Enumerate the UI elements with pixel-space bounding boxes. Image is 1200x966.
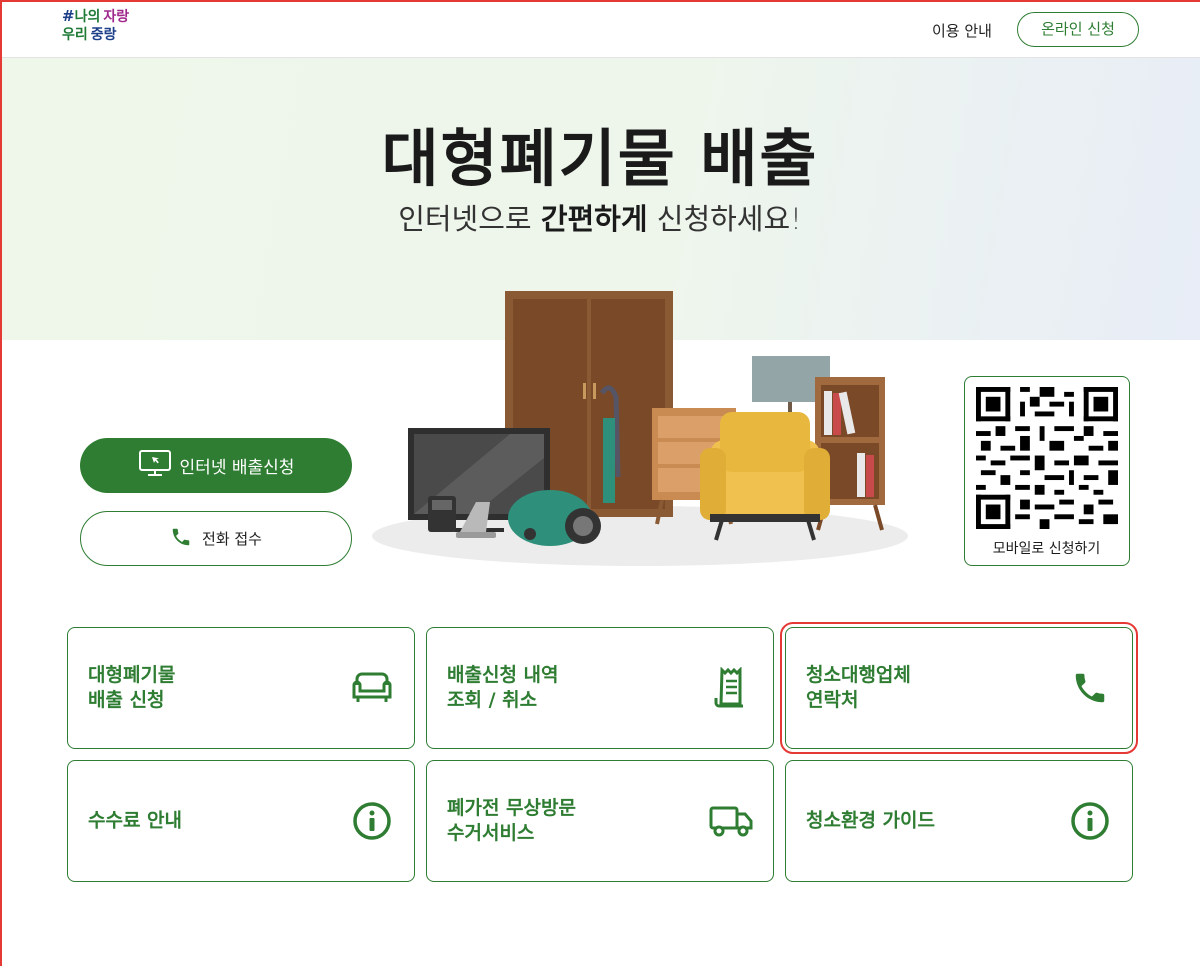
nav-usage-guide-link[interactable]: 이용 안내 bbox=[932, 20, 992, 41]
info-icon bbox=[1068, 799, 1112, 843]
logo-text-2b: 중랑 bbox=[90, 27, 117, 43]
card-label: 배출신청 내역 조회 / 취소 bbox=[447, 664, 559, 711]
logo-text-1b: 자랑 bbox=[103, 9, 130, 25]
phone-icon bbox=[1068, 666, 1112, 710]
subtitle-bold: 간편하게 bbox=[540, 202, 648, 236]
card-fee-guide[interactable]: 수수료 안내 bbox=[67, 760, 415, 882]
card-appliance-pickup[interactable]: 폐가전 무상방문 수거서비스 bbox=[426, 760, 774, 882]
internet-apply-label: 인터넷 배출신청 bbox=[179, 458, 295, 478]
internet-apply-button[interactable]: 인터넷 배출신청 bbox=[80, 438, 352, 493]
info-icon bbox=[350, 799, 394, 843]
phone-icon bbox=[170, 526, 192, 552]
sofa-icon bbox=[350, 666, 394, 710]
subtitle-pre: 인터넷으로 bbox=[398, 202, 541, 236]
site-logo[interactable]: #나의 자랑 우리 중랑 bbox=[62, 8, 142, 52]
card-apply-history[interactable]: 배출신청 내역 조회 / 취소 bbox=[426, 627, 774, 749]
card-cleaning-contacts[interactable]: 청소대행업체 연락처 bbox=[780, 622, 1138, 754]
logo-text-2a: 우리 bbox=[62, 27, 88, 43]
subtitle-post: 신청하세요! bbox=[647, 202, 802, 236]
card-label: 폐가전 무상방문 수거서비스 bbox=[447, 797, 576, 844]
phone-apply-button[interactable]: 전화 접수 bbox=[80, 511, 352, 566]
nav-online-apply-button[interactable]: 온라인 신청 bbox=[1017, 12, 1139, 47]
furniture-illustration bbox=[370, 288, 910, 568]
page-title: 대형폐기물 배출 bbox=[381, 122, 819, 195]
qr-label: 모바일로 신청하기 bbox=[992, 541, 1101, 557]
card-label: 청소대행업체 연락처 bbox=[806, 664, 911, 711]
page-subtitle: 인터넷으로 간편하게 신청하세요! bbox=[0, 196, 1200, 238]
mobile-qr-code-box[interactable]: 모바일로 신청하기 bbox=[964, 376, 1130, 566]
card-label: 대형폐기물 배출 신청 bbox=[88, 664, 176, 711]
truck-icon bbox=[709, 799, 753, 843]
card-cleaning-guide[interactable]: 청소환경 가이드 bbox=[785, 760, 1133, 882]
phone-apply-label: 전화 접수 bbox=[202, 530, 262, 548]
card-label: 청소환경 가이드 bbox=[806, 809, 935, 832]
logo-hash: # bbox=[62, 7, 75, 25]
logo-text-1a: 나의 bbox=[74, 9, 101, 25]
qr-code bbox=[976, 387, 1118, 529]
receipt-icon bbox=[709, 666, 753, 710]
card-waste-apply[interactable]: 대형폐기물 배출 신청 bbox=[67, 627, 415, 749]
card-label: 수수료 안내 bbox=[88, 809, 183, 832]
site-header: #나의 자랑 우리 중랑 이용 안내 온라인 신청 bbox=[0, 0, 1200, 58]
monitor-icon bbox=[138, 449, 172, 482]
